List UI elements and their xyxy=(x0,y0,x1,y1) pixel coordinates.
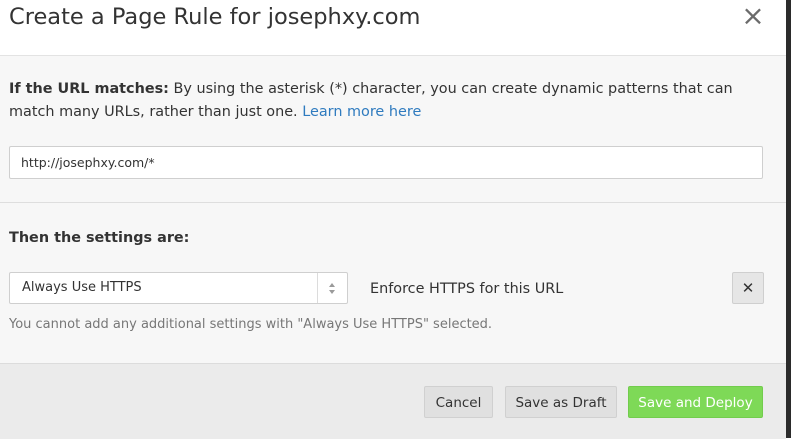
setting-select[interactable]: Always Use HTTPS xyxy=(9,272,348,304)
learn-more-link[interactable]: Learn more here xyxy=(302,104,421,120)
dialog-title: Create a Page Rule for josephxy.com xyxy=(9,4,421,30)
url-match-label: If the URL matches: xyxy=(9,81,169,97)
dialog-footer: Cancel Save as Draft Save and Deploy xyxy=(0,363,786,439)
dialog-header: Create a Page Rule for josephxy.com × xyxy=(0,0,786,56)
save-draft-button[interactable]: Save as Draft xyxy=(505,386,617,418)
arrow-up-icon xyxy=(329,283,335,287)
url-match-description: If the URL matches: By using the asteris… xyxy=(9,78,769,124)
close-icon[interactable]: × xyxy=(740,2,766,30)
save-deploy-button[interactable]: Save and Deploy xyxy=(628,386,763,418)
select-arrows-icon xyxy=(317,273,347,303)
remove-setting-button[interactable]: ✕ xyxy=(732,272,764,304)
settings-section: Then the settings are: Always Use HTTPS … xyxy=(0,203,786,363)
page-rule-dialog: Create a Page Rule for josephxy.com × If… xyxy=(0,0,786,439)
arrow-down-icon xyxy=(329,290,335,294)
cancel-button[interactable]: Cancel xyxy=(424,386,493,418)
setting-select-value: Always Use HTTPS xyxy=(22,280,142,295)
close-icon: ✕ xyxy=(741,279,755,297)
url-match-section: If the URL matches: By using the asteris… xyxy=(0,56,786,203)
setting-description: Enforce HTTPS for this URL xyxy=(370,281,564,297)
settings-label: Then the settings are: xyxy=(9,230,190,246)
settings-note: You cannot add any additional settings w… xyxy=(9,317,493,332)
url-pattern-input[interactable] xyxy=(9,146,763,179)
backdrop-edge xyxy=(786,0,791,438)
